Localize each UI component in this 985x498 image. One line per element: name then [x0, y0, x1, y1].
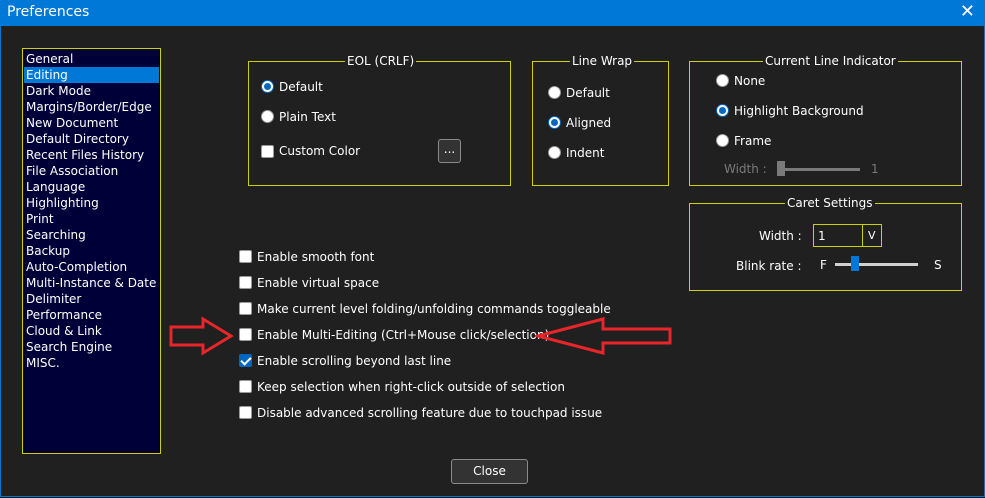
wrap-default-label: Default — [566, 86, 610, 100]
folding-toggle-checkbox[interactable] — [239, 302, 252, 315]
left-arrow-annotation-icon — [535, 317, 672, 355]
cli-width-label: Width : — [724, 162, 767, 176]
chevron-down-icon[interactable]: V — [868, 228, 876, 244]
eol-default-label: Default — [279, 80, 323, 94]
category-item-delimiter[interactable]: Delimiter — [24, 291, 159, 307]
cli-none-label: None — [734, 74, 766, 88]
smooth-font-label: Enable smooth font — [257, 250, 375, 264]
caret-group: Caret Settings — [689, 195, 962, 291]
current-line-group-title: Current Line Indicator — [763, 53, 898, 69]
cli-highlight-radio[interactable] — [716, 104, 729, 117]
caret-width-select[interactable]: 1 V — [813, 224, 882, 247]
blink-rate-slider[interactable] — [835, 263, 918, 266]
category-item-new-document[interactable]: New Document — [24, 115, 159, 131]
eol-default-radio[interactable] — [261, 80, 274, 93]
category-item-language[interactable]: Language — [24, 179, 159, 195]
eol-plain-text-radio[interactable] — [261, 110, 274, 123]
wrap-indent-label: Indent — [566, 146, 605, 160]
category-item-auto-completion[interactable]: Auto-Completion — [24, 259, 159, 275]
advanced-scrolling-label: Disable advanced scrolling feature due t… — [257, 406, 603, 420]
category-item-default-directory[interactable]: Default Directory — [24, 131, 159, 147]
scroll-beyond-label: Enable scrolling beyond last line — [257, 354, 452, 368]
category-item-file-association[interactable]: File Association — [24, 163, 159, 179]
blink-rate-slider-thumb[interactable] — [851, 256, 859, 271]
keep-selection-checkbox[interactable] — [239, 380, 252, 393]
scroll-beyond-checkbox[interactable] — [239, 354, 252, 367]
cli-width-value: 1 — [871, 162, 879, 176]
window-title: Preferences — [7, 4, 90, 20]
category-item-searching[interactable]: Searching — [24, 227, 159, 243]
caret-select-divider — [862, 225, 863, 246]
cli-frame-radio[interactable] — [716, 134, 729, 147]
category-item-editing[interactable]: Editing — [24, 67, 159, 83]
wrap-aligned-radio[interactable] — [548, 116, 561, 129]
category-item-cloud-link[interactable]: Cloud & Link — [24, 323, 159, 339]
cli-width-slider[interactable] — [778, 168, 860, 171]
cli-none-radio[interactable] — [716, 74, 729, 87]
custom-color-label: Custom Color — [279, 144, 361, 158]
category-item-print[interactable]: Print — [24, 211, 159, 227]
category-item-dark-mode[interactable]: Dark Mode — [24, 83, 159, 99]
virtual-space-label: Enable virtual space — [257, 276, 380, 290]
category-item-misc[interactable]: MISC. — [24, 355, 159, 371]
blink-rate-label: Blink rate : — [736, 259, 802, 273]
virtual-space-checkbox[interactable] — [239, 276, 252, 289]
wrap-indent-radio[interactable] — [548, 146, 561, 159]
folding-toggle-label: Make current level folding/unfolding com… — [257, 302, 611, 316]
close-icon[interactable]: ✕ — [960, 1, 975, 23]
multi-editing-label: Enable Multi-Editing (Ctrl+Mouse click/s… — [257, 328, 550, 342]
cli-highlight-label: Highlight Background — [734, 104, 864, 118]
category-item-general[interactable]: General — [24, 51, 159, 67]
category-list[interactable]: General Editing Dark Mode Margins/Border… — [22, 48, 161, 454]
custom-color-checkbox[interactable] — [261, 145, 274, 158]
category-item-performance[interactable]: Performance — [24, 307, 159, 323]
keep-selection-label: Keep selection when right-click outside … — [257, 380, 565, 394]
category-item-recent-files[interactable]: Recent Files History — [24, 147, 159, 163]
right-arrow-annotation-icon — [169, 316, 234, 356]
cli-width-slider-thumb[interactable] — [777, 161, 785, 176]
multi-editing-checkbox[interactable] — [239, 328, 252, 341]
blink-min-label: F — [820, 258, 827, 272]
category-item-backup[interactable]: Backup — [24, 243, 159, 259]
category-item-search-engine[interactable]: Search Engine — [24, 339, 159, 355]
blink-max-label: S — [934, 258, 942, 272]
category-item-multi-instance[interactable]: Multi-Instance & Date — [24, 275, 159, 291]
cli-frame-label: Frame — [734, 134, 772, 148]
caret-width-label: Width : — [759, 229, 802, 243]
title-bar: Preferences ✕ — [0, 0, 985, 26]
category-item-highlighting[interactable]: Highlighting — [24, 195, 159, 211]
category-item-margins[interactable]: Margins/Border/Edge — [24, 99, 159, 115]
caret-width-value: 1 — [818, 229, 826, 243]
eol-plain-text-label: Plain Text — [279, 110, 336, 124]
line-wrap-group-title: Line Wrap — [570, 53, 635, 69]
wrap-default-radio[interactable] — [548, 86, 561, 99]
advanced-scrolling-checkbox[interactable] — [239, 406, 252, 419]
wrap-aligned-label: Aligned — [566, 116, 612, 130]
eol-group-title: EOL (CRLF) — [345, 53, 417, 69]
smooth-font-checkbox[interactable] — [239, 250, 252, 263]
close-button[interactable]: Close — [451, 459, 528, 484]
caret-group-title: Caret Settings — [785, 195, 875, 211]
color-picker-button[interactable]: ... — [438, 139, 461, 163]
